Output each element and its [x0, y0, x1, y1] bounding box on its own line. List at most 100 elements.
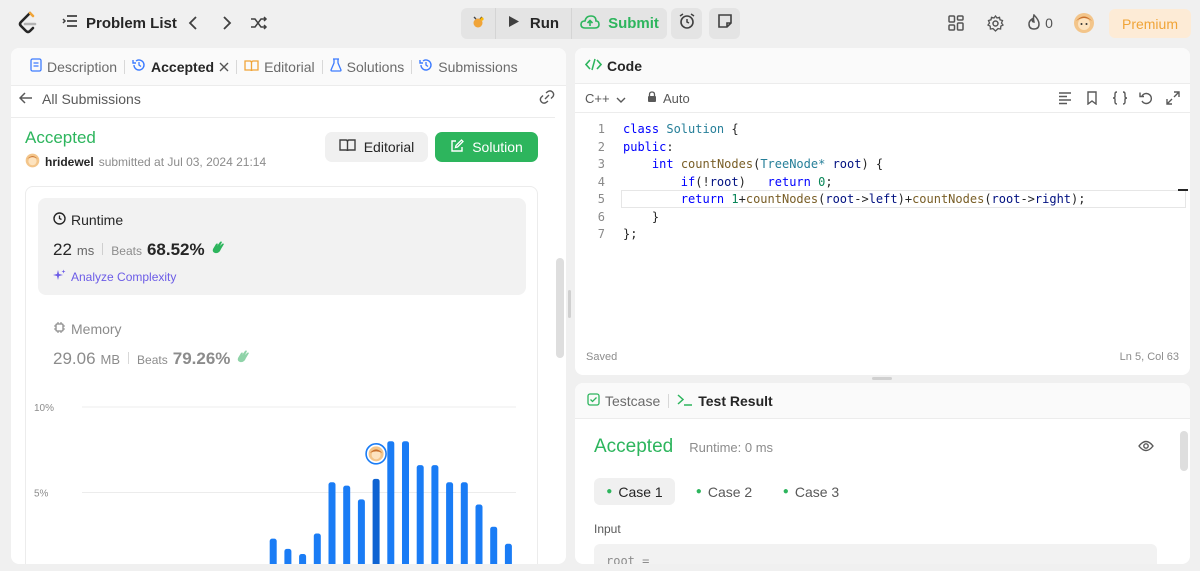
case-1-tab[interactable]: ● Case 1 [594, 478, 675, 505]
case-2-label: Case 2 [707, 483, 753, 500]
tab-submissions-label: Submissions [438, 58, 518, 75]
chart-bar[interactable] [387, 441, 395, 564]
share-link-icon[interactable] [538, 90, 556, 109]
runtime-value: 22 [53, 240, 72, 259]
description-doc-icon [30, 58, 42, 75]
tab-editorial[interactable]: Editorial [237, 48, 322, 86]
case-3-tab[interactable]: ● Case 3 [774, 478, 848, 505]
saved-status: Saved [586, 351, 618, 363]
streak-counter[interactable]: 0 [1022, 12, 1058, 34]
arrow-left-icon [18, 91, 33, 107]
user-avatar[interactable] [1072, 11, 1096, 35]
chart-bar[interactable] [402, 441, 409, 564]
layout-grid-icon[interactable] [945, 12, 967, 34]
close-tab-icon[interactable] [219, 59, 229, 75]
chart-bar[interactable] [372, 478, 380, 564]
input-value-box: root = [594, 544, 1157, 564]
test-scrollbar-thumb[interactable] [1180, 431, 1188, 471]
chart-bar[interactable] [357, 499, 365, 564]
debug-button[interactable] [461, 8, 495, 39]
line-number: 1 [597, 122, 605, 136]
line-number: 6 [597, 209, 605, 224]
reset-undo-icon[interactable] [1139, 91, 1153, 110]
runtime-distribution-chart[interactable]: 10% 5% [26, 403, 526, 564]
runtime-divider [102, 243, 104, 255]
runtime-value-row: 22 ms Beats 68.52% [53, 240, 226, 260]
horizontal-splitter-handle[interactable] [872, 377, 892, 380]
tab-editorial-label: Editorial [264, 58, 315, 75]
notes-button[interactable] [709, 8, 740, 39]
shuffle-icon[interactable] [247, 11, 271, 35]
premium-button[interactable]: Premium [1109, 9, 1191, 38]
chart-bar[interactable] [446, 482, 454, 564]
chart-bar[interactable] [490, 526, 498, 564]
chart-bar[interactable] [504, 543, 512, 564]
analyze-complexity-link[interactable]: Analyze Complexity [53, 269, 176, 285]
left-scrollbar-thumb[interactable] [556, 258, 564, 358]
timer-button[interactable] [671, 8, 702, 39]
bookmark-icon[interactable] [1086, 91, 1098, 110]
all-submissions-label: All Submissions [42, 91, 141, 107]
chart-bar[interactable] [431, 465, 439, 564]
memory-beats-value: 79.26% [172, 349, 231, 368]
solution-button-label: Solution [472, 139, 523, 155]
tab-testcase[interactable]: Testcase [587, 393, 668, 409]
tab-test-result[interactable]: Test Result [669, 393, 773, 409]
input-label: Input [594, 522, 621, 536]
play-icon [508, 15, 520, 32]
all-submissions-link[interactable]: All Submissions [18, 89, 141, 109]
leetcode-logo-icon[interactable] [14, 9, 42, 37]
chart-bar[interactable] [460, 482, 468, 564]
vertical-splitter-handle[interactable] [568, 290, 571, 318]
tab-solutions[interactable]: Solutions [323, 48, 412, 86]
submission-username[interactable]: hridewel [45, 155, 94, 169]
memory-header[interactable]: Memory [53, 321, 122, 337]
tab-description-label: Description [47, 58, 118, 75]
your-submission-marker-icon[interactable] [365, 443, 387, 465]
input-value-text: root = [606, 554, 650, 564]
prev-problem-icon[interactable] [181, 11, 205, 35]
expand-icon[interactable] [1166, 91, 1180, 110]
settings-gear-icon[interactable] [984, 12, 1006, 34]
tab-description[interactable]: Description [23, 48, 124, 86]
chart-bar[interactable] [475, 504, 483, 564]
problem-list-button[interactable]: Problem List [62, 10, 177, 36]
case-2-tab[interactable]: ● Case 2 [687, 478, 761, 505]
runtime-beats-value: 68.52% [146, 240, 205, 259]
format-icon[interactable] [1058, 91, 1072, 110]
note-icon [717, 13, 733, 34]
chart-bar[interactable] [343, 485, 351, 564]
tab-accepted[interactable]: Accepted [125, 48, 236, 86]
curly-braces-icon[interactable] [1112, 91, 1128, 110]
terminal-icon [677, 393, 693, 409]
chart-bar[interactable] [299, 554, 307, 564]
submit-button[interactable]: Submit [571, 8, 667, 39]
eye-icon[interactable] [1138, 439, 1154, 457]
lock-icon [647, 91, 657, 106]
next-problem-icon[interactable] [215, 11, 239, 35]
cursor-position: Ln 5, Col 63 [1119, 351, 1179, 363]
editorial-button[interactable]: Editorial [325, 132, 428, 162]
tab-solutions-label: Solutions [346, 58, 405, 75]
chart-bar[interactable] [328, 482, 336, 564]
chart-bar[interactable] [284, 548, 292, 564]
chart-bar[interactable] [416, 465, 424, 564]
auto-mode-toggle[interactable]: Auto [647, 91, 690, 106]
memory-divider [128, 352, 130, 364]
auto-mode-label: Auto [663, 91, 690, 106]
chevron-down-icon [616, 91, 626, 106]
tab-submissions[interactable]: Submissions [412, 48, 524, 86]
language-select[interactable]: C++ [585, 91, 626, 106]
code-editor[interactable]: 1 class Solution {2 public: 3 int countNode… [575, 121, 1190, 341]
chart-bar[interactable] [313, 533, 321, 564]
left-panel: Description Accepted Editorial Solutions… [11, 48, 566, 564]
runtime-box[interactable]: Runtime 22 ms Beats 68.52% Analyze Compl… [38, 198, 526, 295]
chart-bar[interactable] [269, 538, 277, 564]
runtime-unit: ms [76, 243, 95, 258]
run-button[interactable]: Run [495, 8, 571, 39]
fire-icon [1027, 13, 1041, 33]
solution-button[interactable]: Solution [435, 132, 538, 162]
code-text: }; [623, 227, 638, 241]
result-header: Accepted Runtime: 0 ms [594, 436, 773, 458]
code-panel-title: Code [607, 57, 642, 74]
